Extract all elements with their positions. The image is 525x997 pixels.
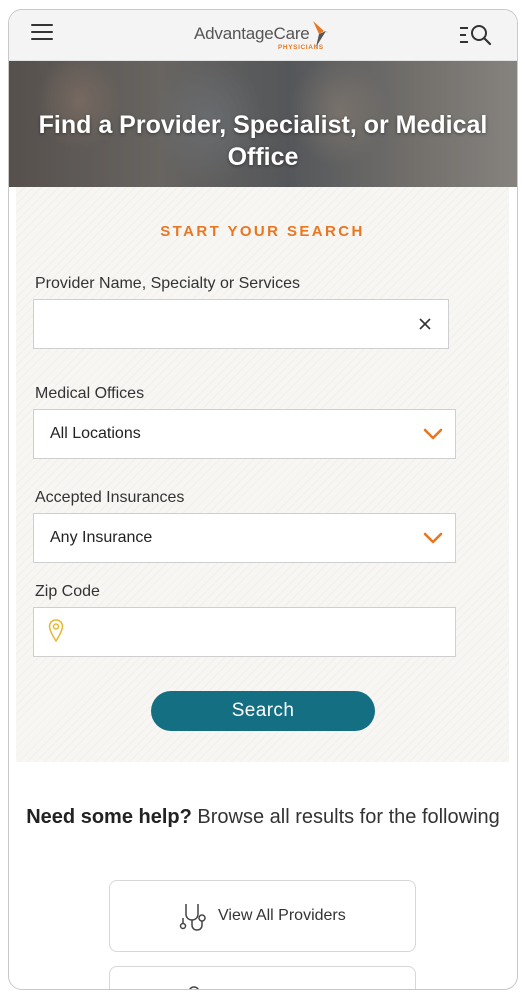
location-icon [189,986,199,989]
search-panel: START YOUR SEARCH Provider Name, Special… [16,187,509,762]
offices-selected-value: All Locations [50,425,141,442]
insurance-select[interactable]: Any Insurance [33,513,456,563]
view-all-providers-label: View All Providers [218,907,346,924]
stethoscope-icon [179,904,206,931]
offices-label: Medical Offices [35,385,145,402]
search-menu-icon[interactable] [459,24,495,46]
provider-search-input[interactable] [33,299,449,349]
logo-text: AdvantageCare [194,24,310,43]
zip-code-input[interactable] [33,607,456,657]
hero-banner: Find a Provider, Specialist, or Medical … [9,61,517,187]
help-bold-text: Need some help? [26,806,192,828]
search-button[interactable]: Search [151,691,375,731]
top-bar: AdvantageCare PHYSICIANS [9,10,517,61]
chevron-down-icon [423,428,443,440]
provider-label: Provider Name, Specialty or Services [35,275,300,292]
zip-label: Zip Code [35,583,100,600]
location-pin-icon [48,619,64,643]
second-option-button[interactable] [109,966,416,989]
clear-icon[interactable] [418,317,432,331]
page-title: Find a Provider, Specialist, or Medical … [38,111,488,171]
help-text: Need some help? Browse all results for t… [9,804,517,831]
medical-offices-select[interactable]: All Locations [33,409,456,459]
view-all-providers-button[interactable]: View All Providers [109,880,416,952]
help-rest-text: Browse all results for the following [197,806,500,828]
search-heading: START YOUR SEARCH [160,223,365,240]
logo-mark-icon [313,21,328,47]
phone-frame: AdvantageCare PHYSICIANS Find a Provider… [8,9,518,990]
insurance-label: Accepted Insurances [35,489,185,506]
chevron-down-icon [423,532,443,544]
insurance-selected-value: Any Insurance [50,529,153,546]
hamburger-menu-icon[interactable] [31,24,53,42]
